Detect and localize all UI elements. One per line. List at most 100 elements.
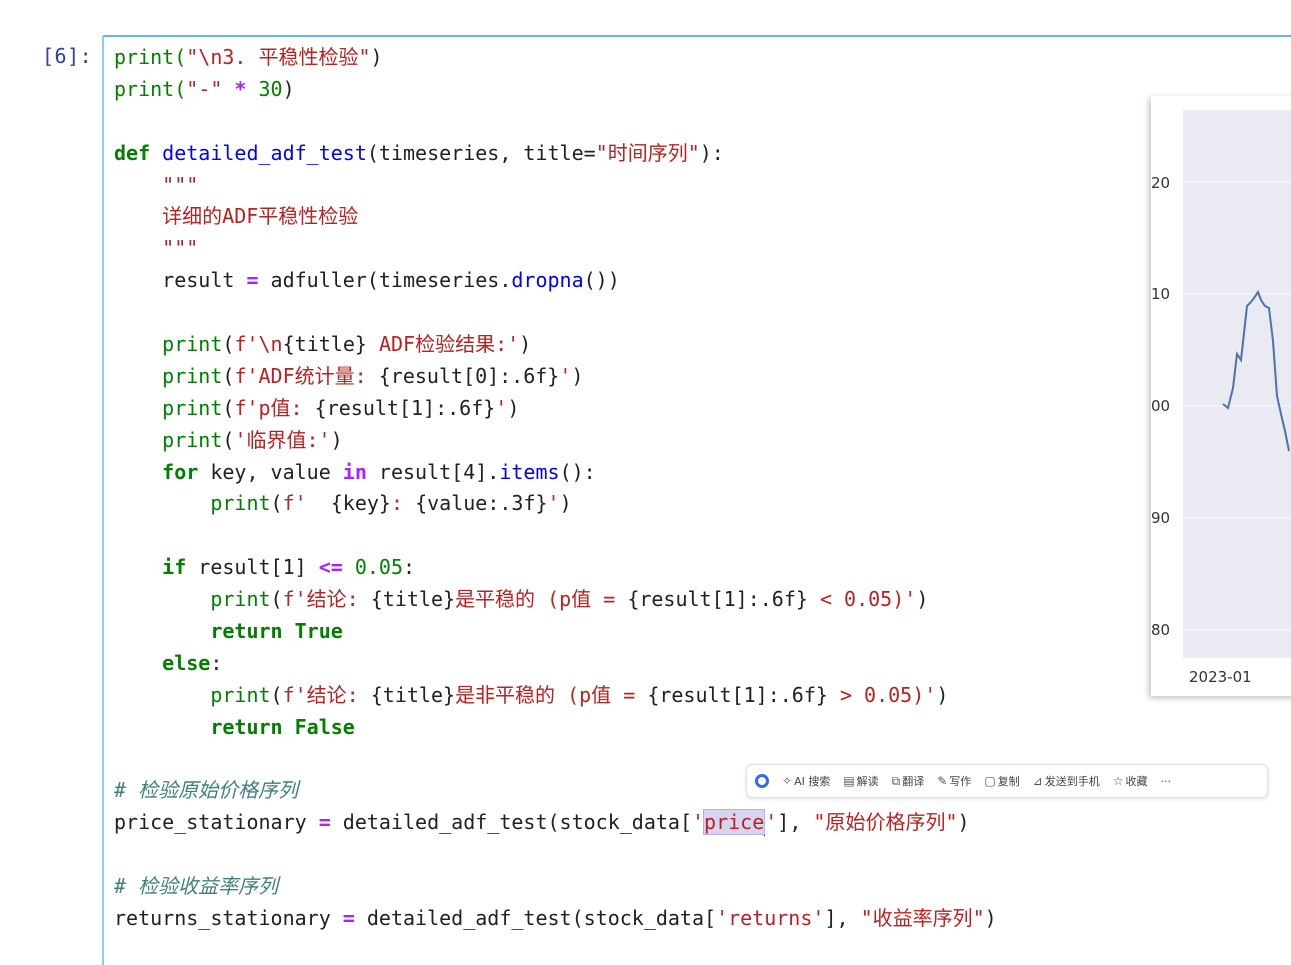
toolbar-write-button[interactable]: ✎ 写作	[937, 773, 971, 789]
cell-prompt: [6]:	[42, 44, 93, 68]
code-docstring: """	[162, 236, 199, 261]
code-token: (timeseries, title=	[366, 140, 596, 165]
code-builtin: print	[162, 395, 223, 420]
code-interpolation: {result[1]:.6f}	[314, 395, 496, 420]
toolbar-ai-search-button[interactable]: ✧ AI 搜索	[782, 773, 830, 789]
series-line	[1222, 289, 1290, 452]
code-builtin: print	[162, 332, 223, 357]
code-token: )	[916, 587, 929, 612]
code-token: )	[507, 395, 520, 420]
code-string: "时间序列"	[595, 140, 700, 165]
code-string: 'returns'	[716, 906, 825, 931]
code-function-name: detailed_adf_test	[162, 140, 367, 165]
code-string: '	[547, 491, 560, 516]
code-token: detailed_adf_test(stock_data[	[354, 906, 717, 931]
ai-search-icon: ✧	[782, 774, 793, 788]
code-string: < 0.05)'	[807, 587, 917, 612]
code-token: print(	[114, 45, 187, 69]
code-line: for key, value in result[4].items():	[114, 457, 997, 489]
code-token: returns_stationary	[114, 906, 343, 931]
code-string: f'结论:	[282, 682, 371, 707]
selected-text[interactable]: price	[703, 809, 766, 836]
code-token: (	[270, 682, 283, 707]
code-builtin: print	[210, 682, 271, 707]
code-string: "原始价格序列"	[813, 810, 958, 835]
code-builtin: print	[210, 491, 271, 516]
code-string: '	[691, 810, 705, 835]
code-interpolation: {title}	[282, 332, 367, 357]
code-token: :	[210, 650, 223, 675]
code-line: print("\n3. 平稳性检验")	[114, 42, 997, 74]
code-keyword: in	[342, 459, 367, 484]
code-token: (	[222, 363, 235, 388]
code-token: ):	[699, 140, 724, 165]
code-operator: =	[342, 906, 355, 931]
code-string: f'p值:	[234, 395, 315, 420]
code-line: print('临界值:')	[114, 425, 997, 457]
code-builtin: print	[210, 587, 271, 612]
toolbar-copy-button[interactable]: ▢ 复制	[984, 773, 1019, 789]
code-token: :	[403, 555, 416, 580]
code-string: ADF检验结果:'	[366, 332, 520, 357]
code-line: print(f'p值: {result[1]:.6f}')	[114, 393, 997, 425]
code-interpolation: {title}	[370, 587, 456, 612]
code-token: )	[370, 45, 383, 69]
code-token: result[1]	[186, 555, 319, 580]
code-number: 30	[258, 76, 283, 101]
code-string: :	[390, 491, 416, 516]
code-token: (	[270, 587, 283, 612]
code-interpolation: {key}	[330, 491, 391, 516]
code-interpolation: {title}	[370, 682, 456, 707]
toolbar-translate-button[interactable]: ⧉ 翻译	[892, 773, 925, 789]
code-string: "-"	[186, 76, 223, 101]
code-constant: False	[282, 714, 355, 739]
code-string: f'ADF统计量:	[234, 363, 379, 388]
toolbar-label: 发送到手机	[1044, 775, 1100, 788]
code-string: f'结论:	[282, 587, 371, 612]
code-keyword: if	[162, 555, 187, 580]
code-method: items	[499, 459, 560, 484]
code-line: """	[114, 233, 997, 265]
write-icon: ✎	[937, 774, 948, 788]
code-line: print(f'结论: {title}是平稳的 (p值 = {result[1]…	[114, 584, 997, 616]
code-string: '	[559, 363, 572, 388]
code-line: result = adfuller(timeseries.dropna())	[114, 265, 997, 297]
code-interpolation: {result[1]:.6f}	[627, 587, 808, 612]
toolbar-explain-button[interactable]: ▤ 解读	[843, 773, 878, 789]
code-token: ],	[777, 810, 814, 835]
code-string: '	[765, 810, 778, 835]
toolbar-label: 写作	[949, 775, 972, 788]
code-line: return False	[114, 712, 997, 744]
code-line: else:	[114, 648, 997, 680]
toolbar-send-to-phone-button[interactable]: ⊿ 发送到手机	[1033, 773, 1100, 789]
assistant-logo-icon[interactable]	[755, 774, 769, 788]
code-token: )	[936, 682, 949, 707]
cell-top-border	[103, 35, 1291, 37]
explain-icon: ▤	[843, 774, 855, 788]
code-interpolation: {value:.3f}	[415, 491, 548, 516]
code-token: (	[222, 427, 235, 452]
code-token: )	[571, 363, 584, 388]
toolbar-favorite-button[interactable]: ☆ 收藏	[1113, 773, 1148, 789]
code-token: adfuller(timeseries.	[258, 268, 512, 293]
code-builtin: print	[162, 363, 223, 388]
code-comment: # 检验收益率序列	[114, 874, 279, 899]
code-docstring: """	[162, 172, 199, 197]
code-editor[interactable]: print("\n3. 平稳性检验") print("-" * 30) def …	[114, 42, 997, 935]
code-string: "\n3. 平稳性检验"	[186, 45, 371, 69]
code-string: f'\n	[234, 332, 283, 357]
code-string: 是平稳的 (p值 =	[455, 587, 628, 612]
code-keyword: return	[210, 619, 283, 644]
toolbar-more-button[interactable]: ···	[1160, 775, 1171, 788]
toolbar-label: 翻译	[902, 775, 925, 788]
code-line: """	[114, 170, 997, 202]
code-token: ())	[583, 268, 620, 293]
selection-toolbar: ✧ AI 搜索 ▤ 解读 ⧉ 翻译 ✎ 写作 ▢ 复制 ⊿ 发送到手机 ☆ 收藏 ···	[746, 764, 1268, 798]
toolbar-label: AI 搜索	[794, 775, 831, 788]
code-token: )	[984, 906, 997, 931]
code-interpolation: {result[1]:.6f}	[647, 682, 828, 707]
